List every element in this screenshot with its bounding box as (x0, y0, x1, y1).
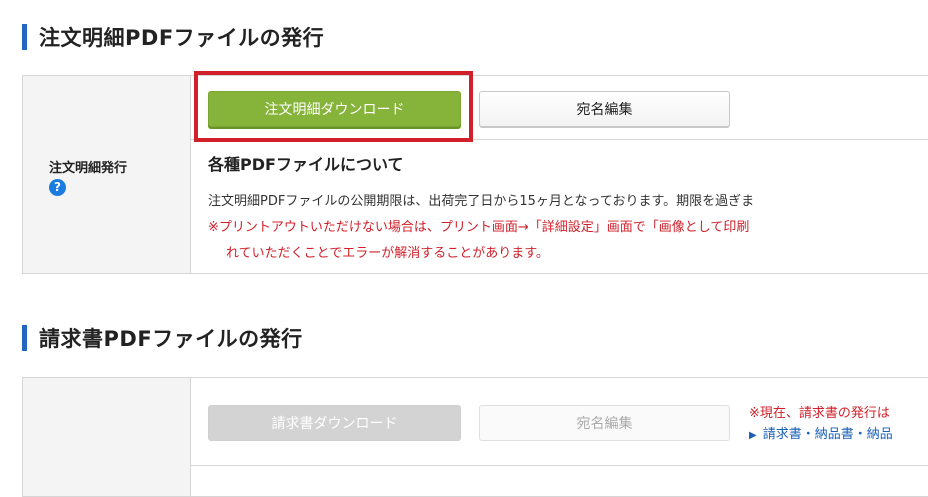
row-divider (191, 465, 928, 466)
address-edit-button[interactable]: 宛名編集 (479, 91, 730, 127)
highlight-box (194, 71, 473, 142)
pdf-info-text: 注文明細PDFファイルの公開期限は、出荷完了日から15ヶ月となっております。期限… (208, 194, 755, 209)
section-title-invoice-pdf: 請求書PDFファイルの発行 (22, 323, 303, 353)
print-warning-line2: れていただくことでエラーが解消することがあります。 (226, 246, 549, 261)
invoice-notice: ※現在、請求書の発行は (749, 406, 890, 421)
invoice-address-edit-button[interactable]: 宛名編集 (479, 405, 730, 441)
section-title-text: 注文明細PDFファイルの発行 (39, 26, 325, 50)
title-accent-bar (22, 325, 27, 351)
row-header-cell (23, 378, 191, 496)
question-circle-icon[interactable]: ? (49, 179, 66, 196)
row-header-cell: 注文明細発行 ? (23, 76, 191, 273)
title-accent-bar (22, 24, 27, 50)
section-title-order-pdf: 注文明細PDFファイルの発行 (22, 22, 324, 52)
triangle-right-icon: ▶ (749, 430, 757, 441)
invoice-documents-link[interactable]: ▶ 請求書・納品書・納品 (749, 423, 893, 442)
section-title-text: 請求書PDFファイルの発行 (39, 327, 303, 351)
print-warning-line1: ※プリントアウトいただけない場合は、プリント画面→「詳細設定」画面で「画像として… (208, 220, 750, 235)
row-header-label: 注文明細発行 (49, 161, 128, 176)
pdf-info-heading: 各種PDFファイルについて (208, 155, 404, 174)
invoice-documents-link-text[interactable]: 請求書・納品書・納品 (763, 427, 893, 442)
invoice-download-button[interactable]: 請求書ダウンロード (208, 405, 461, 441)
